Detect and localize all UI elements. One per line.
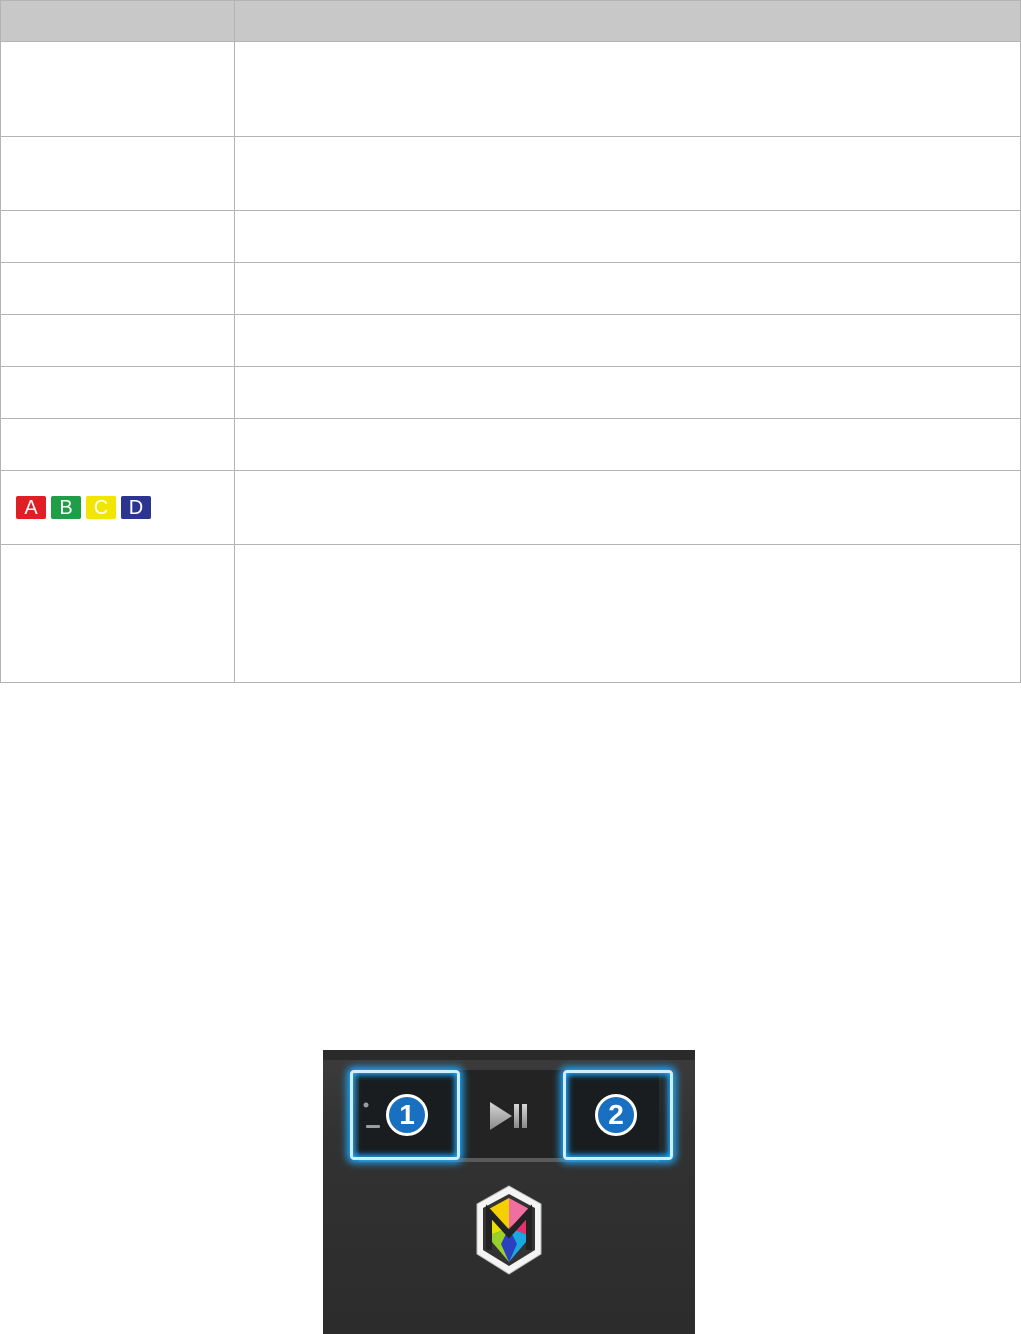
- button-cell: A B C D: [1, 471, 235, 544]
- button-cell: [1, 315, 235, 366]
- table-row: [0, 419, 1021, 471]
- table-row: [0, 263, 1021, 315]
- table-row: [0, 137, 1021, 211]
- button-cell: [1, 211, 235, 262]
- color-key-d: D: [121, 496, 151, 519]
- description-cell: [235, 42, 1020, 136]
- description-cell: [235, 315, 1020, 366]
- button-cell: [1, 545, 235, 682]
- header-button-cell: [1, 1, 235, 41]
- description-cell: [235, 263, 1020, 314]
- color-key-c: C: [86, 496, 116, 519]
- play-pause-icon: [490, 1102, 527, 1130]
- button-description-table: A B C D: [0, 0, 1021, 683]
- table-row: [0, 42, 1021, 137]
- table-row: [0, 545, 1021, 683]
- table-row: [0, 367, 1021, 419]
- table-header-row: [0, 0, 1021, 42]
- button-cell: [1, 367, 235, 418]
- button-cell: [1, 137, 235, 210]
- remote-top-edge: [323, 1050, 695, 1060]
- smart-hub-icon: [476, 1185, 542, 1275]
- description-cell: [235, 367, 1020, 418]
- table-row: [0, 315, 1021, 367]
- table-row-color-keys: A B C D: [0, 471, 1021, 545]
- description-cell: [235, 471, 1020, 544]
- description-cell: [235, 419, 1020, 470]
- color-key-b: B: [51, 496, 81, 519]
- color-key-a: A: [16, 496, 46, 519]
- callout-badge-1: 1: [386, 1094, 428, 1136]
- header-description-cell: [235, 1, 1020, 41]
- description-cell: [235, 545, 1020, 682]
- description-cell: [235, 137, 1020, 210]
- description-cell: [235, 211, 1020, 262]
- remote-control-illustration: 1 2: [323, 1050, 695, 1334]
- color-key-group: A B C D: [16, 496, 151, 519]
- button-cell: [1, 263, 235, 314]
- button-cell: [1, 42, 235, 136]
- button-cell: [1, 419, 235, 470]
- callout-badge-2: 2: [595, 1094, 637, 1136]
- table-row: [0, 211, 1021, 263]
